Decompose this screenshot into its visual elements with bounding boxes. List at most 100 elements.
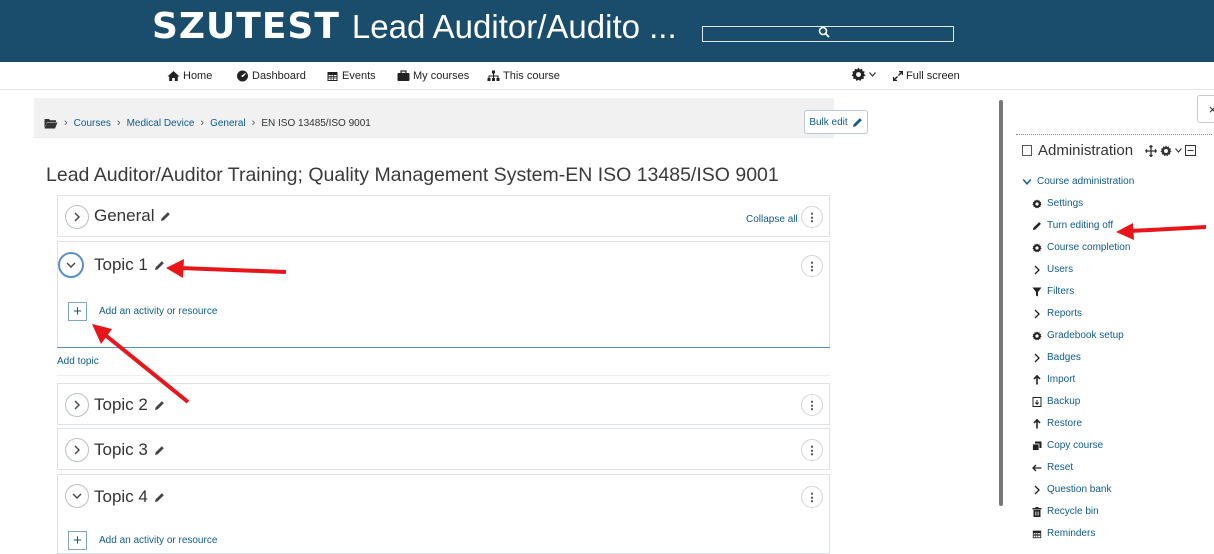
admin-item-label: Turn editing off xyxy=(1047,220,1114,231)
breadcrumb-courses[interactable]: Courses xyxy=(74,118,111,129)
section-actions-menu[interactable]: ⋮ xyxy=(801,486,823,508)
pencil-icon[interactable] xyxy=(154,260,165,271)
chevron-down-icon xyxy=(72,493,82,499)
section-actions-menu[interactable]: ⋮ xyxy=(801,255,823,277)
admin-item-restore[interactable]: Restore xyxy=(1032,418,1082,429)
add-topic-link[interactable]: Add topic xyxy=(57,356,99,367)
pencil-icon[interactable] xyxy=(154,445,165,456)
admin-item-label: Restore xyxy=(1047,418,1083,429)
admin-item-filters[interactable]: Filters xyxy=(1032,286,1074,297)
breadcrumb-general[interactable]: General xyxy=(210,118,246,129)
briefcase-icon xyxy=(397,70,410,81)
dashboard-icon xyxy=(237,70,248,82)
expand-icon xyxy=(893,71,903,81)
section-toggle[interactable] xyxy=(65,438,89,462)
admin-item-label: Copy course xyxy=(1047,440,1104,451)
admin-item-label: Filters xyxy=(1047,286,1075,297)
collapse-all-link[interactable]: Collapse all xyxy=(746,214,798,225)
add-activity-button[interactable]: + Add an activity or resource xyxy=(68,531,217,550)
admin-item-label: Badges xyxy=(1047,352,1081,363)
caret-down-icon[interactable] xyxy=(1175,148,1182,153)
section-topic-2: Topic 2 ⋮ xyxy=(57,383,830,425)
nav-my-courses[interactable]: My courses xyxy=(397,70,469,82)
course-administration-node[interactable]: Course administration xyxy=(1022,176,1134,187)
section-title: Topic 3 xyxy=(94,440,165,460)
primary-navigation: Home Dashboard Events My courses This co… xyxy=(0,62,1214,90)
administration-title: Administration xyxy=(1038,142,1134,159)
chevron-right-icon xyxy=(74,445,80,455)
admin-item-reminders[interactable]: Reminders xyxy=(1032,528,1095,539)
admin-item-label: Reminders xyxy=(1047,528,1096,539)
admin-item-settings[interactable]: Settings xyxy=(1032,198,1083,209)
full-screen-button[interactable]: Full screen xyxy=(893,70,960,82)
brand[interactable]: SZUTEST Lead Auditor/Audito ... xyxy=(152,6,677,56)
admin-item-reports[interactable]: Reports xyxy=(1032,308,1082,319)
admin-item-label: Question bank xyxy=(1047,484,1112,495)
kebab-icon: ⋮ xyxy=(806,260,818,273)
admin-item-users[interactable]: Users xyxy=(1032,264,1073,275)
nav-my-courses-label: My courses xyxy=(413,70,470,82)
section-toggle[interactable] xyxy=(58,252,84,278)
admin-item-backup[interactable]: Backup xyxy=(1032,396,1080,407)
nav-dashboard-label: Dashboard xyxy=(252,70,306,82)
admin-item-badges[interactable]: Badges xyxy=(1032,352,1081,363)
minimize-icon[interactable] xyxy=(1185,145,1197,156)
block-collapse-icon[interactable] xyxy=(1022,145,1032,156)
section-title-text: Topic 3 xyxy=(94,440,148,459)
admin-item-recycle-bin[interactable]: Recycle bin xyxy=(1032,506,1099,517)
section-title: General xyxy=(94,206,171,226)
kebab-icon: ⋮ xyxy=(806,211,818,224)
add-activity-button[interactable]: + Add an activity or resource xyxy=(68,302,217,321)
nav-home-label: Home xyxy=(183,70,213,82)
section-actions-menu[interactable]: ⋮ xyxy=(801,394,823,416)
admin-item-question-bank[interactable]: Question bank xyxy=(1032,484,1112,495)
admin-item-gradebook-setup[interactable]: Gradebook setup xyxy=(1032,330,1124,341)
breadcrumb-medical-device[interactable]: Medical Device xyxy=(127,118,195,129)
calendar-icon xyxy=(1032,530,1042,538)
gear-icon[interactable] xyxy=(1160,144,1172,157)
section-toggle[interactable] xyxy=(65,393,89,417)
admin-item-turn-editing-off[interactable]: Turn editing off xyxy=(1032,220,1113,231)
trash-icon xyxy=(1032,506,1042,517)
section-topic-3: Topic 3 ⋮ xyxy=(57,428,830,470)
vertical-scrollbar[interactable] xyxy=(999,100,1003,506)
nav-events[interactable]: Events xyxy=(326,70,376,82)
settings-menu[interactable] xyxy=(851,67,876,82)
sitemap-icon xyxy=(487,70,500,81)
nav-this-course[interactable]: This course xyxy=(487,70,560,82)
section-title-text: Topic 2 xyxy=(94,395,148,414)
admin-item-reset[interactable]: Reset xyxy=(1032,462,1073,473)
chevron-right-icon xyxy=(1034,353,1040,362)
section-toggle[interactable] xyxy=(65,484,89,508)
admin-item-copy-course[interactable]: Copy course xyxy=(1032,440,1103,451)
gear-icon xyxy=(1032,242,1042,252)
pencil-icon[interactable] xyxy=(160,211,171,222)
nav-dashboard[interactable]: Dashboard xyxy=(236,70,306,82)
course-short-title: Lead Auditor/Audito ... xyxy=(351,8,677,45)
section-actions-menu[interactable]: ⋮ xyxy=(801,439,823,461)
search-icon[interactable] xyxy=(818,26,830,38)
section-title-text: General xyxy=(94,206,155,225)
move-icon[interactable] xyxy=(1145,144,1158,157)
nav-this-course-label: This course xyxy=(503,70,560,82)
close-drawer-button[interactable]: × xyxy=(1197,95,1214,123)
admin-item-import[interactable]: Import xyxy=(1032,374,1075,385)
section-title-text: Topic 1 xyxy=(94,255,148,274)
admin-item-course-completion[interactable]: Course completion xyxy=(1032,242,1130,253)
section-title: Topic 2 xyxy=(94,395,165,415)
calendar-icon xyxy=(327,72,338,81)
plus-icon: + xyxy=(68,302,87,321)
bulk-edit-button[interactable]: Bulk edit xyxy=(804,110,868,134)
nav-events-label: Events xyxy=(342,70,376,82)
admin-item-label: Recycle bin xyxy=(1047,506,1099,517)
section-toggle[interactable] xyxy=(65,205,89,229)
section-title: Topic 4 xyxy=(94,487,165,507)
section-actions-menu[interactable]: ⋮ xyxy=(801,206,823,228)
chevron-down-icon xyxy=(1022,178,1032,185)
pencil-icon[interactable] xyxy=(154,492,165,503)
copy-icon xyxy=(1032,441,1042,451)
full-screen-label: Full screen xyxy=(906,70,960,82)
pencil-icon[interactable] xyxy=(154,400,165,411)
pencil-icon xyxy=(852,117,862,127)
nav-home[interactable]: Home xyxy=(167,70,212,82)
